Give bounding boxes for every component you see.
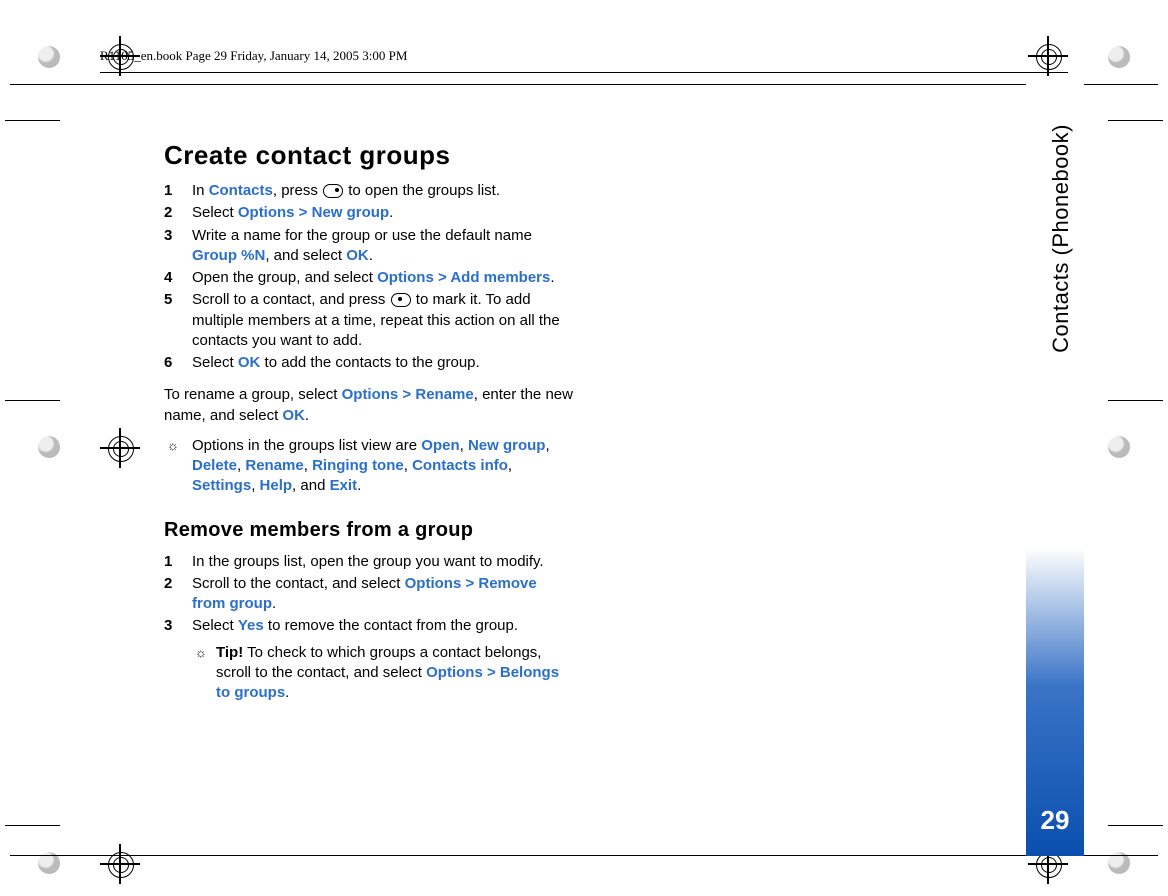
step-6: 6 Select OK to add the contacts to the g… [164,353,574,373]
section1-steps: 1 In Contacts, press to open the groups … [164,181,574,373]
step-5: 5 Scroll to a contact, and press to mark… [164,290,574,351]
nav-right-key-icon [323,184,343,198]
options-tip: ☼ Options in the groups list view are Op… [164,436,574,497]
step-body: Select Yes to remove the contact from th… [192,616,574,636]
step-body: Scroll to a contact, and press to mark i… [192,290,574,351]
chapter-label: Contacts (Phonebook) [1048,124,1074,353]
registration-cross-bl [100,844,140,884]
registration-ball-tl [38,46,60,68]
step-number: 5 [164,290,192,310]
step-body: Write a name for the group or use the de… [192,226,574,267]
step-body: In the groups list, open the group you w… [192,552,574,572]
nav-select-key-icon [391,293,411,307]
side-tab: Contacts (Phonebook) 29 [1026,84,1084,856]
step-number: 4 [164,268,192,288]
tick [1108,120,1163,121]
step-1: 1 In Contacts, press to open the groups … [164,181,574,201]
belongs-tip: ☼ Tip! To check to which groups a contac… [192,643,574,704]
registration-ball-ml [38,436,60,458]
page-number: 29 [1026,805,1084,836]
belongs-tip-text: Tip! To check to which groups a contact … [216,643,574,704]
step-body: Scroll to the contact, and select Option… [192,574,574,615]
tick [5,120,60,121]
step-2b: 2 Scroll to the contact, and select Opti… [164,574,574,615]
lightbulb-icon: ☼ [192,646,210,659]
step-number: 1 [164,181,192,201]
step-number: 1 [164,552,192,572]
step-2: 2 Select Options > New group. [164,203,574,223]
section2-title: Remove members from a group [164,519,574,542]
page-body: Create contact groups 1 In Contacts, pre… [164,140,574,703]
tick [1108,400,1163,401]
step-4: 4 Open the group, and select Options > A… [164,268,574,288]
step-body: Select OK to add the contacts to the gro… [192,353,574,373]
trim-line-top [10,84,1158,85]
step-body: In Contacts, press to open the groups li… [192,181,574,201]
section2-steps: 1 In the groups list, open the group you… [164,552,574,637]
step-number: 3 [164,616,192,636]
step-number: 6 [164,353,192,373]
tick [5,400,60,401]
tick [1108,825,1163,826]
section1-title: Create contact groups [164,140,574,171]
step-number: 2 [164,203,192,223]
registration-cross-ml [100,428,140,468]
registration-ball-tr [1108,46,1130,68]
options-tip-text: Options in the groups list view are Open… [192,436,574,497]
step-body: Select Options > New group. [192,203,574,223]
registration-ball-mr [1108,436,1130,458]
print-header: R1105_en.book Page 29 Friday, January 14… [100,48,1068,73]
step-1b: 1 In the groups list, open the group you… [164,552,574,572]
tick [5,825,60,826]
step-body: Open the group, and select Options > Add… [192,268,574,288]
step-3b: 3 Select Yes to remove the contact from … [164,616,574,636]
step-3: 3 Write a name for the group or use the … [164,226,574,267]
step-number: 2 [164,574,192,594]
print-header-text: R1105_en.book Page 29 Friday, January 14… [100,48,407,63]
step-number: 3 [164,226,192,246]
tip-lead: Tip! [216,644,243,661]
rename-paragraph: To rename a group, select Options > Rena… [164,385,574,426]
trim-line-bottom [10,855,1158,856]
lightbulb-icon: ☼ [164,439,182,452]
